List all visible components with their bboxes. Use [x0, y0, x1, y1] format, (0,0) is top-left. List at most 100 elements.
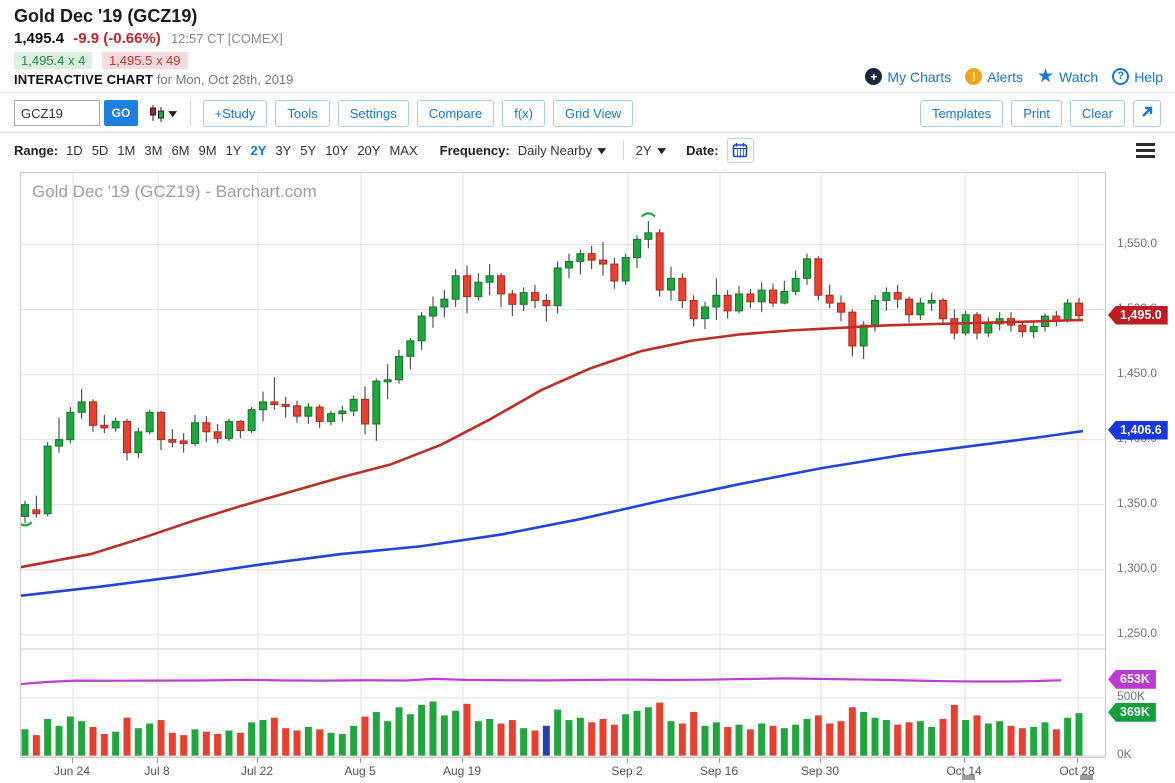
interactive-chart-date: for Mon, Oct 28th, 2019 [157, 72, 294, 87]
time-axis-label: Sep 30 [788, 764, 852, 778]
divider [623, 140, 624, 160]
interactive-chart-caption: INTERACTIVE CHART for Mon, Oct 28th, 201… [14, 72, 293, 87]
quote-time: 12:57 CT [COMEX] [171, 31, 283, 46]
period-dropdown[interactable]: 2Y ▾ [636, 143, 664, 158]
volume-axis-label: 500K [1117, 689, 1145, 703]
price-axis-label: 1,550.0 [1117, 236, 1157, 250]
range-max[interactable]: MAX [389, 143, 417, 158]
time-axis-tick [157, 758, 158, 763]
range-1y[interactable]: 1Y [226, 143, 242, 158]
axis-value-badge: 369K [1108, 703, 1156, 722]
tools-button[interactable]: Tools [275, 100, 329, 127]
my-charts-link[interactable]: + My Charts [865, 68, 951, 85]
range-6m[interactable]: 6M [171, 143, 189, 158]
star-icon: ★ [1037, 68, 1054, 85]
range-1d[interactable]: 1D [66, 143, 83, 158]
chevron-down-icon: ▾ [657, 144, 665, 157]
frequency-value: Daily Nearby [518, 143, 592, 158]
calendar-button[interactable] [727, 138, 754, 163]
time-axis-tick [627, 758, 628, 763]
alerts-label: Alerts [987, 69, 1023, 85]
interactive-chart-label: INTERACTIVE CHART [14, 72, 153, 87]
price-row: 1,495.4 -9.9 (-0.66%) 12:57 CT [COMEX] [14, 30, 283, 47]
range-1m[interactable]: 1M [117, 143, 135, 158]
symbol-input[interactable] [14, 100, 100, 126]
time-axis-label: Jun 24 [40, 764, 104, 778]
time-axis-label: Aug 19 [430, 764, 494, 778]
time-axis-tick [257, 758, 258, 763]
quote-header: Gold Dec '19 (GCZ19) 1,495.4 -9.9 (-0.66… [0, 0, 1175, 93]
time-axis-label: Oct 28 [1045, 764, 1109, 778]
range-20y[interactable]: 20Y [357, 143, 380, 158]
page-title: Gold Dec '19 (GCZ19) [14, 6, 197, 27]
period-value: 2Y [636, 143, 652, 158]
price-axis-label: 1,350.0 [1117, 496, 1157, 510]
chevron-down-icon: ▾ [169, 107, 177, 120]
alerts-link[interactable]: ! Alerts [965, 68, 1023, 85]
frequency-dropdown[interactable]: Daily Nearby ▾ [518, 143, 605, 158]
chart-toolbar: GO ▾ +Study Tools Settings Compare f(x) … [0, 94, 1175, 133]
bid-badge: 1,495.4 x 4 [14, 52, 92, 69]
time-axis-label: Aug 5 [328, 764, 392, 778]
chart-watermark-title: Gold Dec '19 (GCZ19) - Barchart.com [32, 182, 317, 202]
range-3y[interactable]: 3Y [275, 143, 291, 158]
price-axis: 1,550.01,500.01,450.01,400.01,350.01,300… [1108, 172, 1175, 772]
toolbar-divider [190, 100, 191, 126]
range-items: 1D 5D 1M 3M 6M 9M 1Y 2Y 3Y 5Y 10Y 20Y MA… [66, 143, 418, 158]
time-axis-tick [719, 758, 720, 763]
go-button[interactable]: GO [104, 100, 138, 126]
watch-label: Watch [1059, 69, 1098, 85]
price-axis-label: 1,250.0 [1117, 626, 1157, 640]
grid-view-button[interactable]: Grid View [553, 100, 633, 127]
chart-plot-area[interactable]: Gold Dec '19 (GCZ19) - Barchart.com [20, 172, 1106, 758]
help-link[interactable]: ? Help [1112, 68, 1163, 85]
clear-button[interactable]: Clear [1070, 100, 1125, 127]
print-button[interactable]: Print [1011, 100, 1062, 127]
axis-value-badge: 653K [1108, 670, 1156, 689]
time-axis: Jun 24Jul 8Jul 22Aug 5Aug 19Sep 2Sep 16S… [20, 758, 1106, 782]
price-change: -9.9 (-0.66%) [73, 30, 161, 47]
range-label: Range: [14, 143, 58, 158]
price-axis-label: 1,450.0 [1117, 366, 1157, 380]
range-9m[interactable]: 9M [199, 143, 217, 158]
range-5d[interactable]: 5D [92, 143, 109, 158]
range-10y[interactable]: 10Y [325, 143, 348, 158]
range-3m[interactable]: 3M [144, 143, 162, 158]
time-axis-label: Jul 8 [125, 764, 189, 778]
date-label: Date: [686, 143, 719, 158]
price-axis-label: 1,300.0 [1117, 561, 1157, 575]
compare-button[interactable]: Compare [417, 100, 494, 127]
last-price: 1,495.4 [14, 30, 64, 47]
chart-type-button[interactable]: ▾ [146, 104, 178, 122]
range-bar: Range: 1D 5D 1M 3M 6M 9M 1Y 2Y 3Y 5Y 10Y… [0, 134, 1175, 166]
help-label: Help [1134, 69, 1163, 85]
time-axis-tick [360, 758, 361, 763]
candlestick-chart-canvas[interactable] [21, 173, 1106, 758]
header-links: + My Charts ! Alerts ★ Watch ? Help [865, 68, 1163, 85]
time-axis-tick [1077, 758, 1078, 763]
axis-value-badge: 1,495.0 [1108, 306, 1168, 325]
range-5y[interactable]: 5Y [300, 143, 316, 158]
menu-icon[interactable] [1136, 143, 1155, 158]
time-axis-tick [72, 758, 73, 763]
fx-button[interactable]: f(x) [502, 100, 545, 127]
bid-ask-row: 1,495.4 x 4 1,495.5 x 49 [14, 52, 194, 69]
templates-button[interactable]: Templates [920, 100, 1003, 127]
alert-icon: ! [965, 68, 982, 85]
diagonal-arrow-icon [1141, 106, 1153, 118]
time-axis-label: Sep 2 [595, 764, 659, 778]
plus-circle-icon: + [865, 68, 882, 85]
scroll-indicator[interactable] [962, 775, 975, 780]
settings-button[interactable]: Settings [338, 100, 409, 127]
expand-button[interactable] [1133, 100, 1161, 127]
add-study-button[interactable]: +Study [203, 100, 268, 127]
volume-axis-label: 0K [1117, 747, 1132, 761]
chevron-down-icon: ▾ [598, 144, 606, 157]
question-icon: ? [1112, 68, 1129, 85]
range-2y-selected[interactable]: 2Y [250, 143, 266, 158]
scroll-indicator[interactable] [1080, 775, 1093, 780]
watch-link[interactable]: ★ Watch [1037, 68, 1098, 85]
axis-value-badge: 1,406.6 [1108, 421, 1168, 440]
calendar-icon [732, 142, 748, 158]
my-charts-label: My Charts [887, 69, 951, 85]
